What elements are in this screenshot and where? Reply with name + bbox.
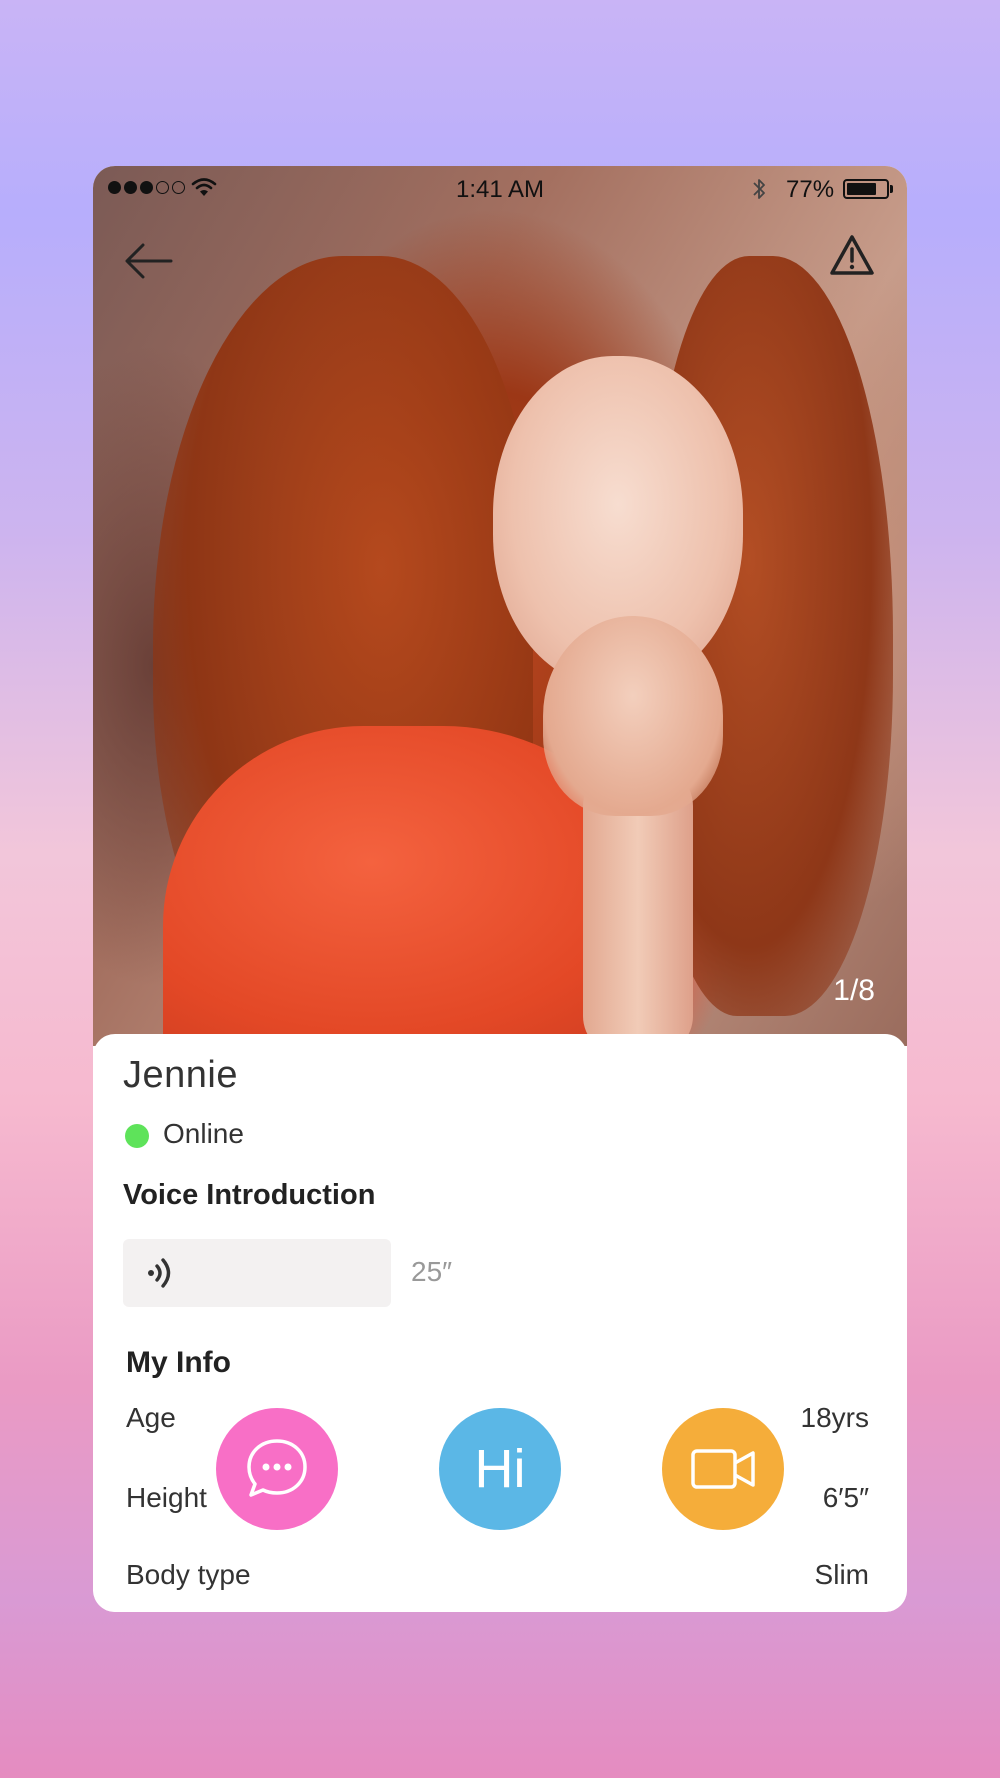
say-hi-button[interactable]: Hi [439,1408,561,1530]
profile-photo[interactable] [93,166,907,1066]
video-call-button[interactable] [662,1408,784,1530]
photo-counter: 1/8 [833,974,875,1007]
info-value-body-type: Slim [814,1559,869,1590]
online-status-dot [125,1124,149,1148]
video-camera-icon [691,1449,755,1489]
online-status-text: Online [163,1118,244,1149]
info-label-height: Height [126,1482,207,1513]
voice-play-button[interactable] [123,1239,391,1307]
photo-hand [543,616,723,816]
battery-fill [847,183,876,195]
info-label-age: Age [126,1402,176,1433]
warning-icon[interactable] [828,232,876,280]
chat-bubble-icon [247,1439,307,1497]
battery-percentage: 77% [786,176,835,203]
voice-introduction-heading: Voice Introduction [123,1179,376,1211]
say-hi-label: Hi [474,1439,526,1499]
info-value-height: 6′5″ [822,1482,869,1513]
info-value-age: 18yrs [800,1402,869,1433]
my-info-heading: My Info [126,1346,231,1379]
status-bar: 1:41 AM 77% [93,166,907,210]
status-time: 1:41 AM [455,176,545,203]
chat-button[interactable] [216,1408,338,1530]
back-arrow-icon[interactable] [121,236,181,286]
info-label-body-type: Body type [126,1559,251,1590]
battery-tip [890,185,893,193]
battery-icon [843,179,889,199]
bluetooth-icon [753,179,765,199]
voice-duration: 25″ [411,1256,453,1287]
profile-name: Jennie [123,1054,238,1096]
profile-card: 1:41 AM 77% 1/8 Jennie Online Voice Intr… [93,166,907,1612]
voice-wave-icon [148,1258,171,1288]
